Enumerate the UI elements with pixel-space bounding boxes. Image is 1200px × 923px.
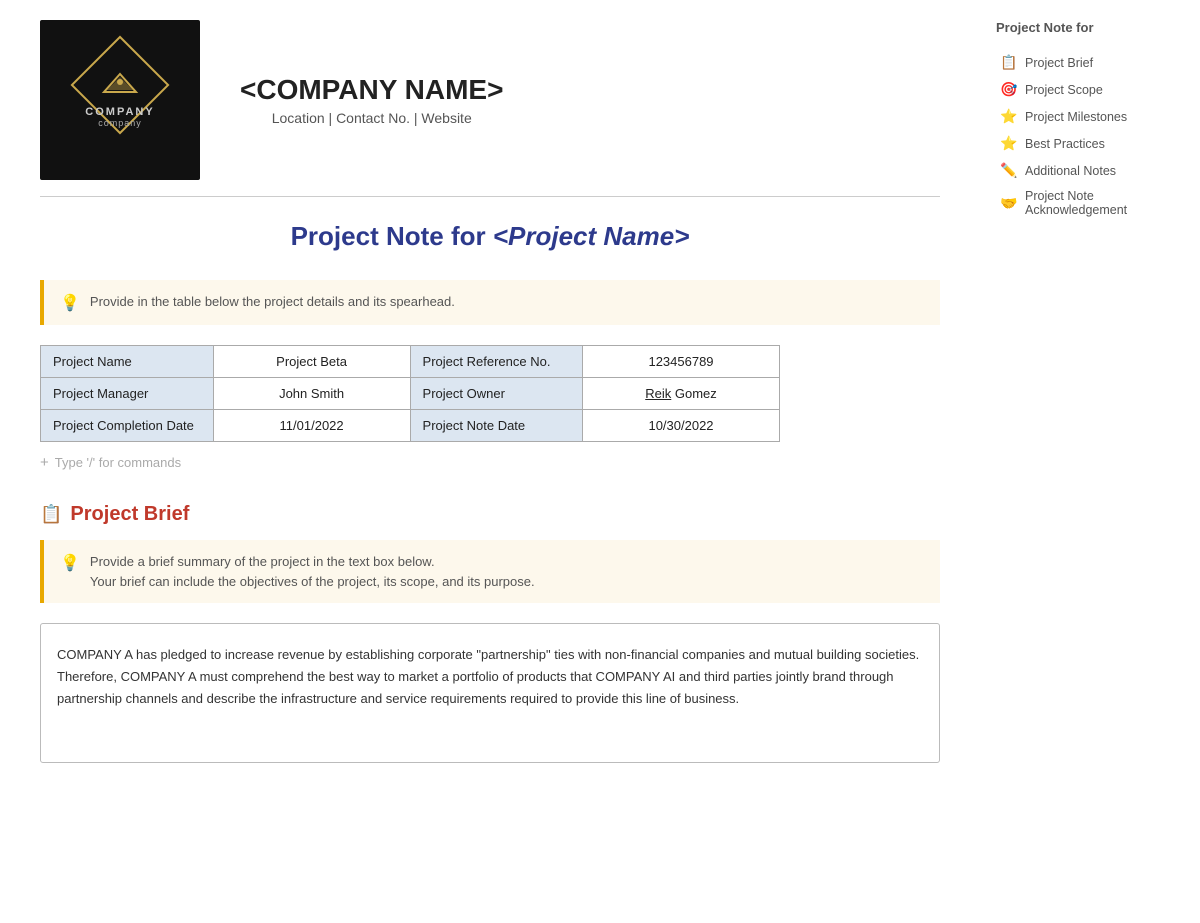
table-label-2: Project Note Date xyxy=(410,410,582,442)
table-value-2: 123456789 xyxy=(583,346,780,378)
callout-bulb-icon: 💡 xyxy=(60,293,80,313)
sidebar-icon-5: 🤝 xyxy=(1000,195,1018,212)
sidebar-item-label: Project Milestones xyxy=(1025,110,1127,124)
brief-callout-text: Provide a brief summary of the project i… xyxy=(90,552,535,591)
sidebar-title: Project Note for xyxy=(996,20,1184,35)
company-tagline: Location | Contact No. | Website xyxy=(240,110,503,126)
table-label-2: Project Reference No. xyxy=(410,346,582,378)
logo-crown-icon xyxy=(100,72,140,102)
project-details-table: Project NameProject BetaProject Referenc… xyxy=(40,345,780,442)
company-name: <COMPANY NAME> xyxy=(240,74,503,106)
brief-callout: 💡 Provide a brief summary of the project… xyxy=(40,540,940,603)
sidebar-icon-3: ⭐ xyxy=(1000,135,1018,152)
project-brief-section: 📋 Project Brief 💡 Provide a brief summar… xyxy=(40,503,940,763)
sidebar-item-label: Project Brief xyxy=(1025,56,1093,70)
sidebar-item-label: Additional Notes xyxy=(1025,164,1116,178)
brief-callout-line2: Your brief can include the objectives of… xyxy=(90,572,535,592)
header-section: COMPANY company <COMPANY NAME> Location … xyxy=(40,20,940,197)
brief-callout-icon: 💡 xyxy=(60,553,80,573)
table-value-2: Reik Gomez xyxy=(583,378,780,410)
brief-callout-line1: Provide a brief summary of the project i… xyxy=(90,552,535,572)
plus-icon: + xyxy=(40,454,49,471)
sidebar-nav: 📋 Project Brief 🎯 Project Scope ⭐ Project Mil… xyxy=(996,49,1184,222)
sidebar-item-additional-notes[interactable]: ✏️ Additional Notes xyxy=(996,157,1184,184)
section-heading: 📋 Project Brief xyxy=(40,503,940,526)
table-row: Project Completion Date11/01/2022Project… xyxy=(41,410,780,442)
sidebar-icon-4: ✏️ xyxy=(1000,162,1018,179)
add-placeholder-text: Type '/' for commands xyxy=(55,455,181,470)
logo-company-text: COMPANY xyxy=(85,106,154,118)
sidebar: Project Note for 📋 Project Brief 🎯 Project … xyxy=(980,0,1200,923)
sidebar-item-project-note-acknowledgement[interactable]: 🤝 Project Note Acknowledgement xyxy=(996,184,1184,222)
brief-text-box[interactable]: COMPANY A has pledged to increase revenu… xyxy=(40,623,940,763)
sidebar-icon-1: 🎯 xyxy=(1000,81,1018,98)
callout-intro-text: Provide in the table below the project d… xyxy=(90,292,455,312)
sidebar-item-label: Project Note Acknowledgement xyxy=(1025,189,1180,217)
table-row: Project NameProject BetaProject Referenc… xyxy=(41,346,780,378)
table-row: Project ManagerJohn SmithProject OwnerRe… xyxy=(41,378,780,410)
page-title: Project Note for <Project Name> xyxy=(40,221,940,252)
sidebar-icon-0: 📋 xyxy=(1000,54,1018,71)
page-title-dynamic: <Project Name> xyxy=(493,221,690,251)
table-value-1: 11/01/2022 xyxy=(213,410,410,442)
sidebar-icon-2: ⭐ xyxy=(1000,108,1018,125)
table-label-1: Project Manager xyxy=(41,378,214,410)
brief-content-text: COMPANY A has pledged to increase revenu… xyxy=(57,647,919,706)
table-value-2: 10/30/2022 xyxy=(583,410,780,442)
table-label-2: Project Owner xyxy=(410,378,582,410)
sidebar-item-project-scope[interactable]: 🎯 Project Scope xyxy=(996,76,1184,103)
intro-callout: 💡 Provide in the table below the project… xyxy=(40,280,940,325)
section-brief-title: Project Brief xyxy=(70,503,189,526)
table-label-1: Project Name xyxy=(41,346,214,378)
table-value-1: John Smith xyxy=(213,378,410,410)
sidebar-item-best-practices[interactable]: ⭐ Best Practices xyxy=(996,130,1184,157)
sidebar-item-label: Best Practices xyxy=(1025,137,1105,151)
table-label-1: Project Completion Date xyxy=(41,410,214,442)
sidebar-item-label: Project Scope xyxy=(1025,83,1103,97)
page-title-static: Project Note for xyxy=(291,221,493,251)
table-value-1: Project Beta xyxy=(213,346,410,378)
company-logo: COMPANY company xyxy=(40,20,200,180)
sidebar-item-project-milestones[interactable]: ⭐ Project Milestones xyxy=(996,103,1184,130)
company-info: <COMPANY NAME> Location | Contact No. | … xyxy=(240,74,503,126)
page-title-section: Project Note for <Project Name> xyxy=(40,221,940,252)
section-brief-icon: 📋 xyxy=(40,504,62,525)
logo-sub-text: company xyxy=(85,118,154,128)
sidebar-item-project-brief[interactable]: 📋 Project Brief xyxy=(996,49,1184,76)
add-block[interactable]: + Type '/' for commands xyxy=(40,450,940,475)
